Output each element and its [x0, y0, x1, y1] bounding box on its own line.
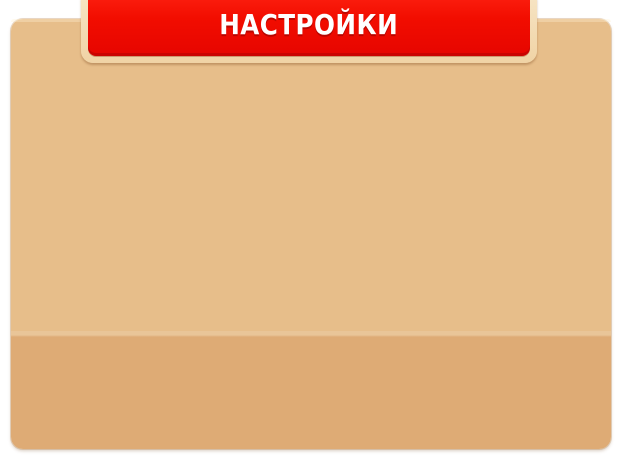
- settings-panel: [11, 19, 611, 449]
- dialog-title: НАСТРОЙКИ: [219, 8, 399, 41]
- title-banner: НАСТРОЙКИ: [88, 0, 530, 56]
